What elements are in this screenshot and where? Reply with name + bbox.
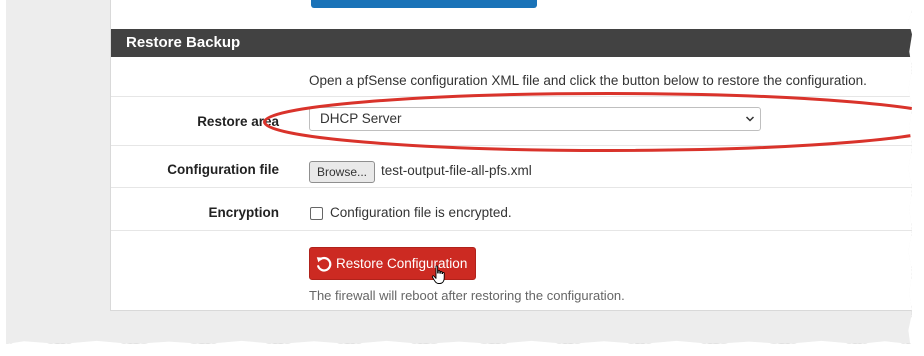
restore-area-select[interactable]: DHCP Server xyxy=(309,107,761,131)
encryption-option: Configuration file is encrypted. xyxy=(111,204,912,224)
encrypted-checkbox[interactable] xyxy=(310,207,323,220)
screenshot-frame: Restore Backup Open a pfSense configurat… xyxy=(6,0,912,344)
restore-area-row: Restore area DHCP Server xyxy=(111,97,912,146)
file-input-group: Browse... test-output-file-all-pfs.xml xyxy=(111,161,912,185)
restore-button-label: Restore Configuration xyxy=(336,256,468,271)
restore-help-text: The firewall will reboot after restoring… xyxy=(309,288,625,303)
panel-heading: Restore Backup xyxy=(111,29,912,57)
configuration-file-row: Configuration file Browse... test-output… xyxy=(111,146,912,188)
intro-row: Open a pfSense configuration XML file an… xyxy=(111,57,912,97)
restore-backup-panel: Restore Backup Open a pfSense configurat… xyxy=(110,0,912,311)
encryption-row: Encryption Configuration file is encrypt… xyxy=(111,188,912,231)
intro-text: Open a pfSense configuration XML file an… xyxy=(309,73,867,88)
browse-button[interactable]: Browse... xyxy=(309,161,375,183)
restore-area-selected: DHCP Server xyxy=(320,111,402,126)
undo-icon xyxy=(316,256,332,272)
encrypted-checkbox-label[interactable]: Configuration file is encrypted. xyxy=(330,205,512,220)
restore-configuration-button[interactable]: Restore Configuration xyxy=(309,247,476,280)
hand-cursor-icon xyxy=(431,265,445,284)
restore-area-label: Restore area xyxy=(197,114,279,129)
selected-filename: test-output-file-all-pfs.xml xyxy=(381,163,532,178)
previous-button-edge[interactable] xyxy=(311,0,537,8)
chevron-down-icon xyxy=(745,116,755,122)
